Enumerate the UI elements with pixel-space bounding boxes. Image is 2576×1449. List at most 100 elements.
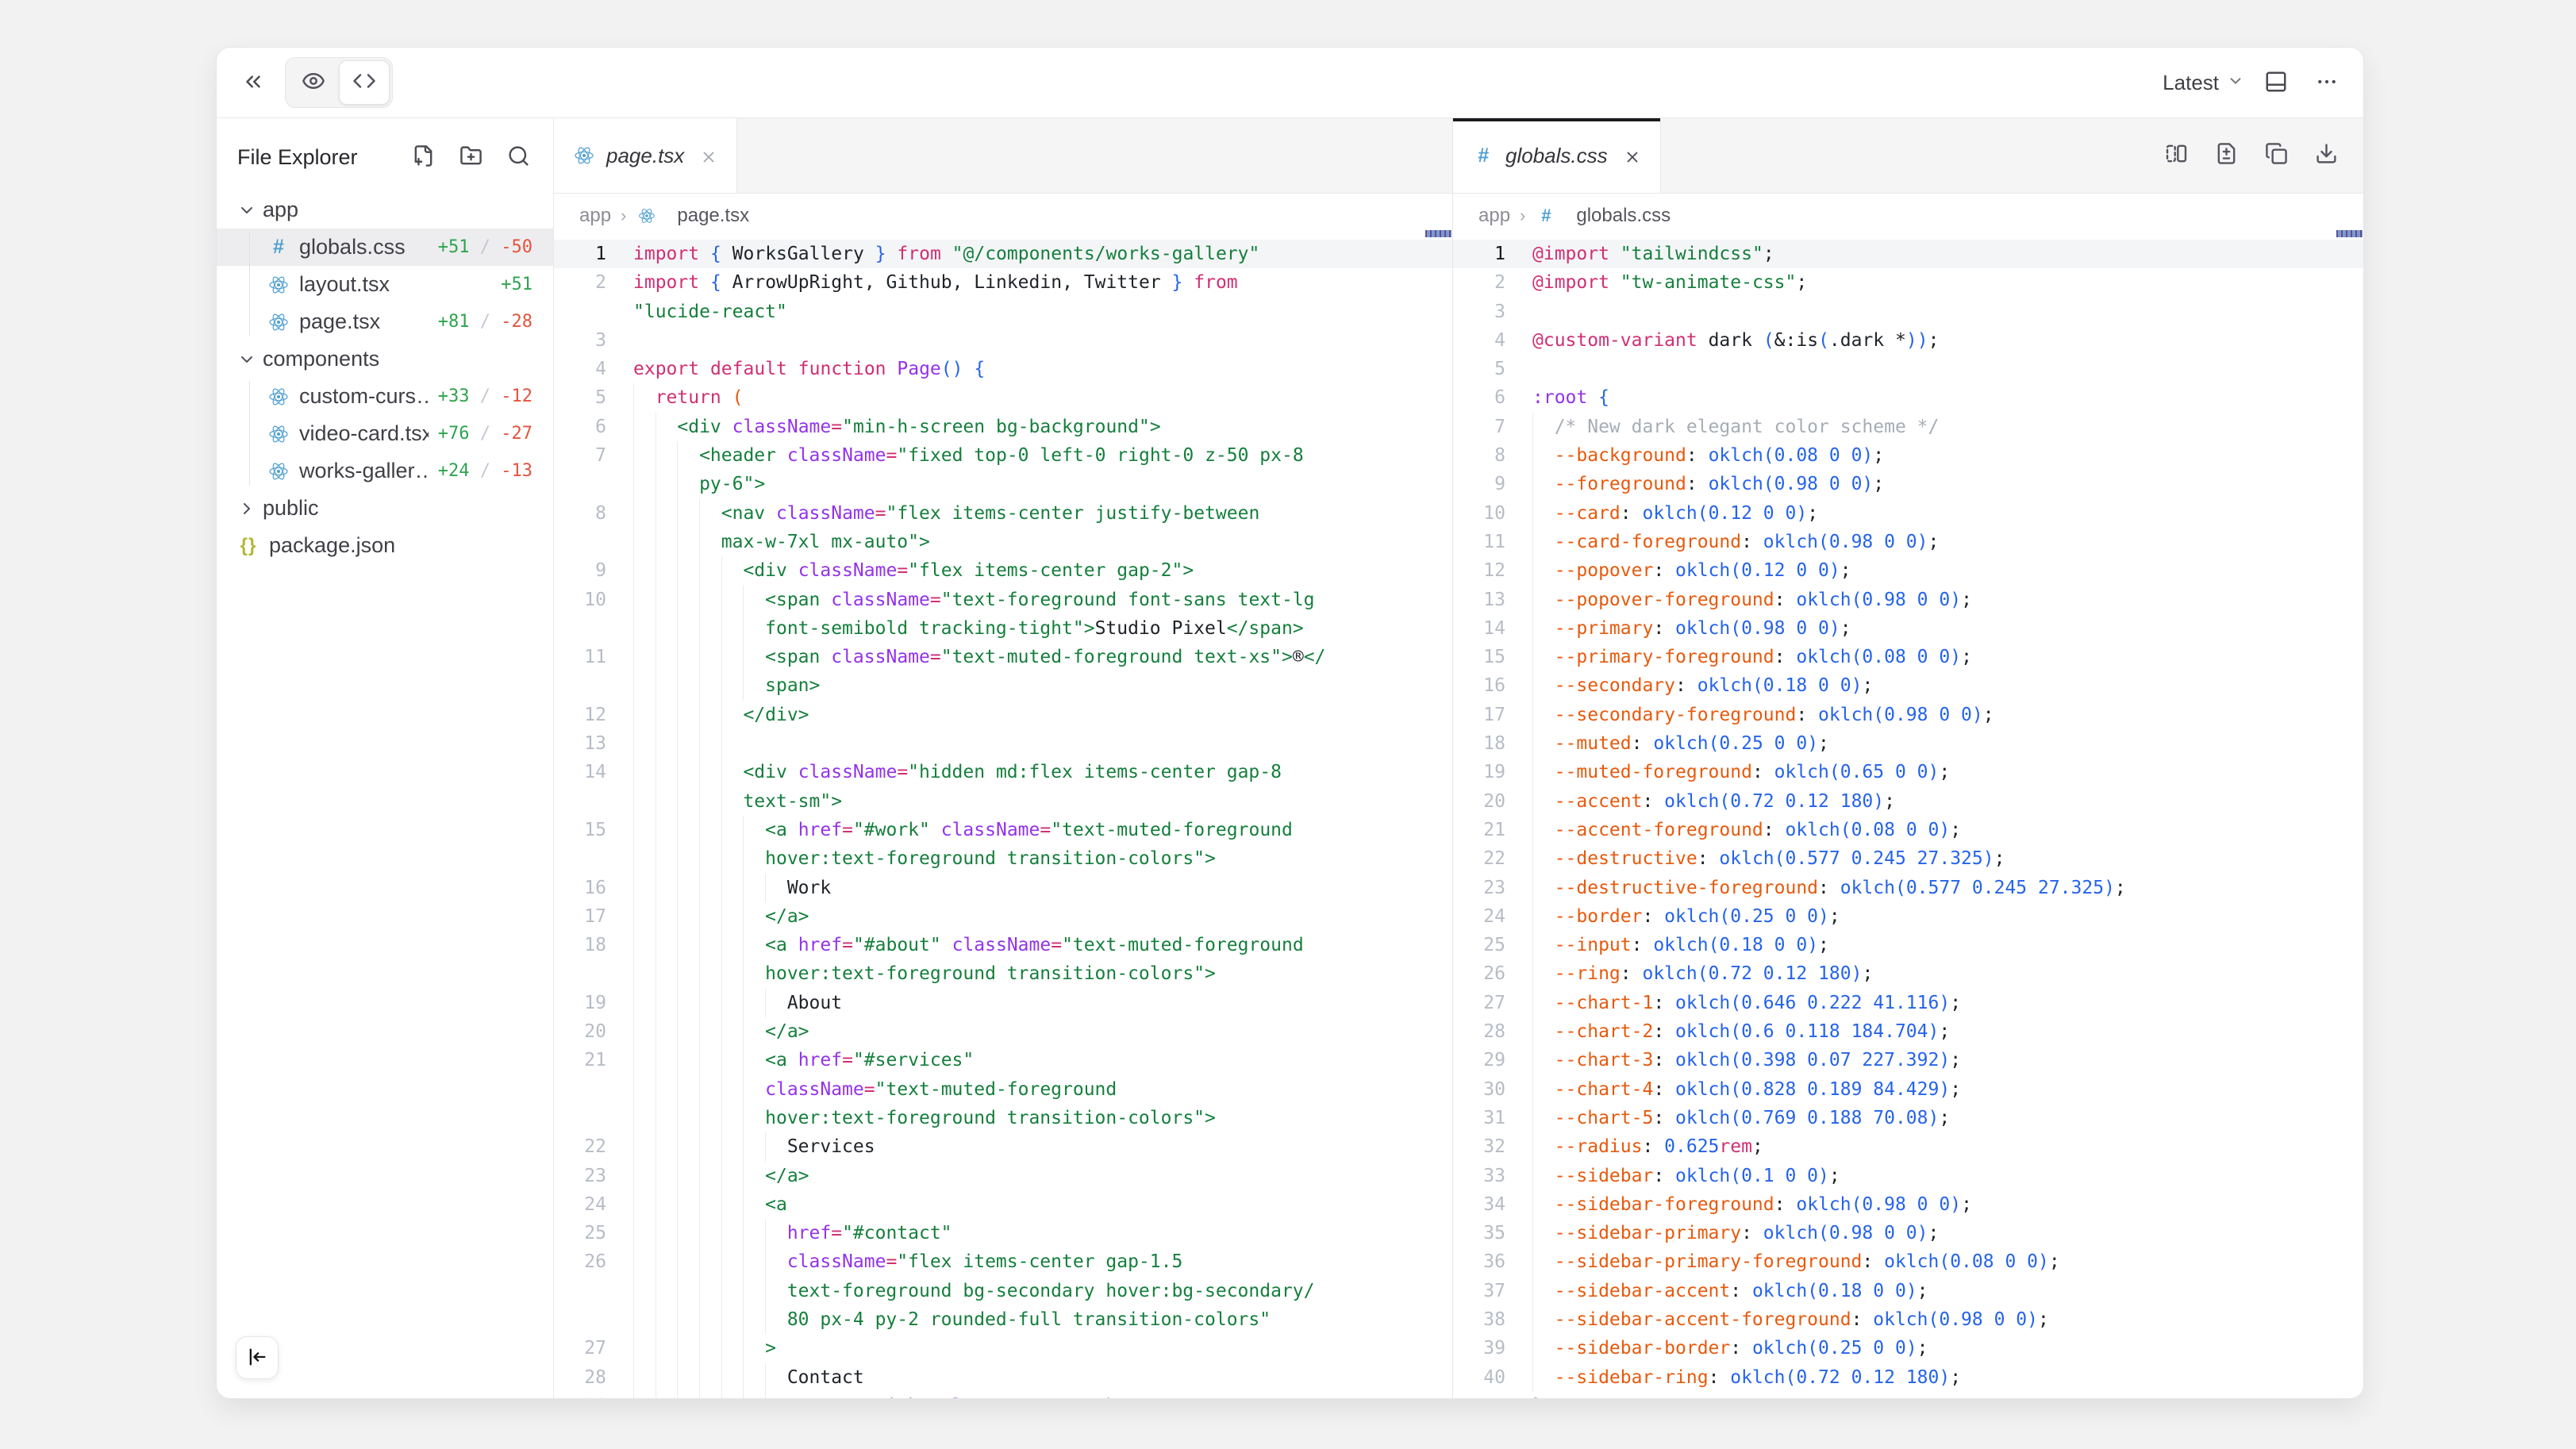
line-number: 28	[1453, 1017, 1532, 1046]
code-line: 20</a>	[554, 1017, 1452, 1046]
collapse-panel-button[interactable]	[234, 63, 272, 102]
line-number	[554, 1104, 633, 1132]
code-line: 20--accent: oklch(0.72 0.12 180);	[1453, 787, 2363, 816]
line-number: 3	[1453, 298, 1532, 326]
eye-icon	[302, 69, 325, 97]
file-diff-icon[interactable]	[2215, 142, 2238, 169]
line-number: 11	[1453, 528, 1532, 556]
code-line: 2@import "tw-animate-css";	[1453, 268, 2363, 297]
search-files-button[interactable]	[504, 143, 533, 171]
line-number: 33	[1453, 1162, 1532, 1190]
tabbar-globals: # globals.css	[1453, 118, 2363, 194]
code-line: 26className="flex items-center gap-1.5	[554, 1247, 1452, 1276]
react-icon	[267, 424, 290, 444]
code-line: 30--chart-4: oklch(0.828 0.189 84.429);	[1453, 1075, 2363, 1104]
line-number: 14	[554, 758, 633, 786]
preview-toggle-button[interactable]	[288, 60, 339, 105]
diff-stats: +51	[491, 275, 533, 294]
breadcrumb-folder[interactable]: app	[579, 205, 611, 227]
line-number: 2	[1453, 268, 1532, 297]
scroll-indicator[interactable]	[1425, 230, 1451, 237]
tab-page-tsx[interactable]: page.tsx	[554, 118, 737, 193]
tree-item-layout.tsx[interactable]: layout.tsx+51	[217, 266, 553, 303]
line-number: 20	[1453, 787, 1532, 816]
line-number: 27	[554, 1334, 633, 1363]
code-line: 9<div className="flex items-center gap-2…	[554, 556, 1452, 585]
new-folder-button[interactable]	[456, 143, 485, 171]
code-editor-page-tsx[interactable]: 1import { WorksGallery } from "@/compone…	[554, 238, 1452, 1398]
code-line: 4@custom-variant dark (&:is(.dark *));	[1453, 326, 2363, 355]
tree-item-public[interactable]: public	[217, 490, 553, 527]
editor-pane-globals-css: # globals.css app › # globals.css 1@impo…	[1453, 118, 2363, 1398]
tab-globals-css[interactable]: # globals.css	[1453, 118, 1661, 193]
code-line-wrap: py-6">	[554, 470, 1452, 498]
line-number: 19	[1453, 758, 1532, 786]
react-icon	[267, 275, 290, 295]
code-line: 37--sidebar-accent: oklch(0.18 0 0);	[1453, 1277, 2363, 1305]
breadcrumb-file[interactable]: page.tsx	[677, 205, 749, 227]
line-number: 16	[554, 874, 633, 902]
code-line: 5return (	[554, 383, 1452, 412]
close-tab-icon[interactable]	[1624, 147, 1641, 164]
version-dropdown[interactable]: Latest	[2163, 71, 2244, 95]
code-line: 29<ArrowUpRight className="w-4 h-4" />	[554, 1392, 1452, 1398]
new-file-button[interactable]	[409, 143, 437, 171]
line-number	[554, 959, 633, 988]
line-number: 1	[1453, 240, 1532, 268]
tree-guide-line	[249, 233, 250, 336]
split-view-icon[interactable]	[2165, 142, 2188, 169]
code-editor-globals-css[interactable]: 1@import "tailwindcss";2@import "tw-anim…	[1453, 238, 2363, 1398]
code-line: 18<a href="#about" className="text-muted…	[554, 931, 1452, 959]
code-line-wrap: font-semibold tracking-tight">Studio Pix…	[554, 614, 1452, 643]
line-number: 4	[554, 355, 633, 383]
code-line: 22Services	[554, 1132, 1452, 1161]
panel-bottom-icon	[2264, 70, 2288, 96]
code-line: 33--sidebar: oklch(0.1 0 0);	[1453, 1162, 2363, 1190]
tree-item-package.json[interactable]: {}package.json	[217, 527, 553, 564]
line-number: 14	[1453, 614, 1532, 643]
code-line: 6:root {	[1453, 383, 2363, 412]
close-tab-icon[interactable]	[700, 147, 717, 164]
tree-item-components[interactable]: components	[217, 340, 553, 378]
line-number	[554, 787, 633, 816]
collapse-sidebar-button[interactable]	[236, 1336, 279, 1379]
code-line: 25--input: oklch(0.18 0 0);	[1453, 931, 2363, 959]
tree-item-app[interactable]: app	[217, 191, 553, 229]
code-line: 29--chart-3: oklch(0.398 0.07 227.392);	[1453, 1046, 2363, 1074]
more-options-button[interactable]	[2308, 63, 2346, 102]
breadcrumb-folder[interactable]: app	[1478, 205, 1510, 227]
line-number	[554, 1305, 633, 1334]
code-line-wrap: hover:text-foreground transition-colors"…	[554, 844, 1452, 873]
code-line: 9--foreground: oklch(0.98 0 0);	[1453, 470, 2363, 498]
code-line: 16--secondary: oklch(0.18 0 0);	[1453, 671, 2363, 700]
tree-item-custom-curs-[interactable]: custom-curs…+33 / -12	[217, 378, 553, 415]
scroll-indicator[interactable]	[2336, 230, 2363, 237]
code-line: 13	[554, 729, 1452, 758]
tree-item-page.tsx[interactable]: page.tsx+81 / -28	[217, 303, 553, 340]
copy-icon[interactable]	[2265, 142, 2288, 169]
code-line: 27>	[554, 1334, 1452, 1363]
code-line: 16Work	[554, 874, 1452, 902]
react-icon	[267, 461, 290, 482]
code-line: 8--background: oklch(0.08 0 0);	[1453, 441, 2363, 470]
css-icon: #	[1535, 206, 1557, 226]
code-line: 17</a>	[554, 902, 1452, 931]
file-explorer-sidebar: File Explorer app#globals.css+51 / -50la…	[217, 118, 554, 1398]
toggle-console-button[interactable]	[2257, 63, 2295, 102]
line-number: 37	[1453, 1277, 1532, 1305]
code-toggle-button[interactable]	[339, 60, 390, 105]
tree-item-works-galler-[interactable]: works-galler…+24 / -13	[217, 452, 553, 490]
code-line: 26--ring: oklch(0.72 0.12 180);	[1453, 959, 2363, 988]
line-number: 15	[1453, 643, 1532, 671]
code-line-wrap: hover:text-foreground transition-colors"…	[554, 959, 1452, 988]
tab-label: page.tsx	[606, 144, 684, 168]
tree-item-globals.css[interactable]: #globals.css+51 / -50	[217, 229, 553, 266]
file-name: video-card.tsx	[299, 421, 429, 446]
tree-guide-line	[249, 382, 250, 486]
breadcrumb-file[interactable]: globals.css	[1576, 205, 1671, 227]
tree-item-video-card.tsx[interactable]: video-card.tsx+76 / -27	[217, 415, 553, 452]
download-icon[interactable]	[2315, 142, 2338, 169]
line-number: 10	[1453, 499, 1532, 528]
line-number: 6	[554, 413, 633, 441]
new-folder-icon	[459, 144, 483, 170]
